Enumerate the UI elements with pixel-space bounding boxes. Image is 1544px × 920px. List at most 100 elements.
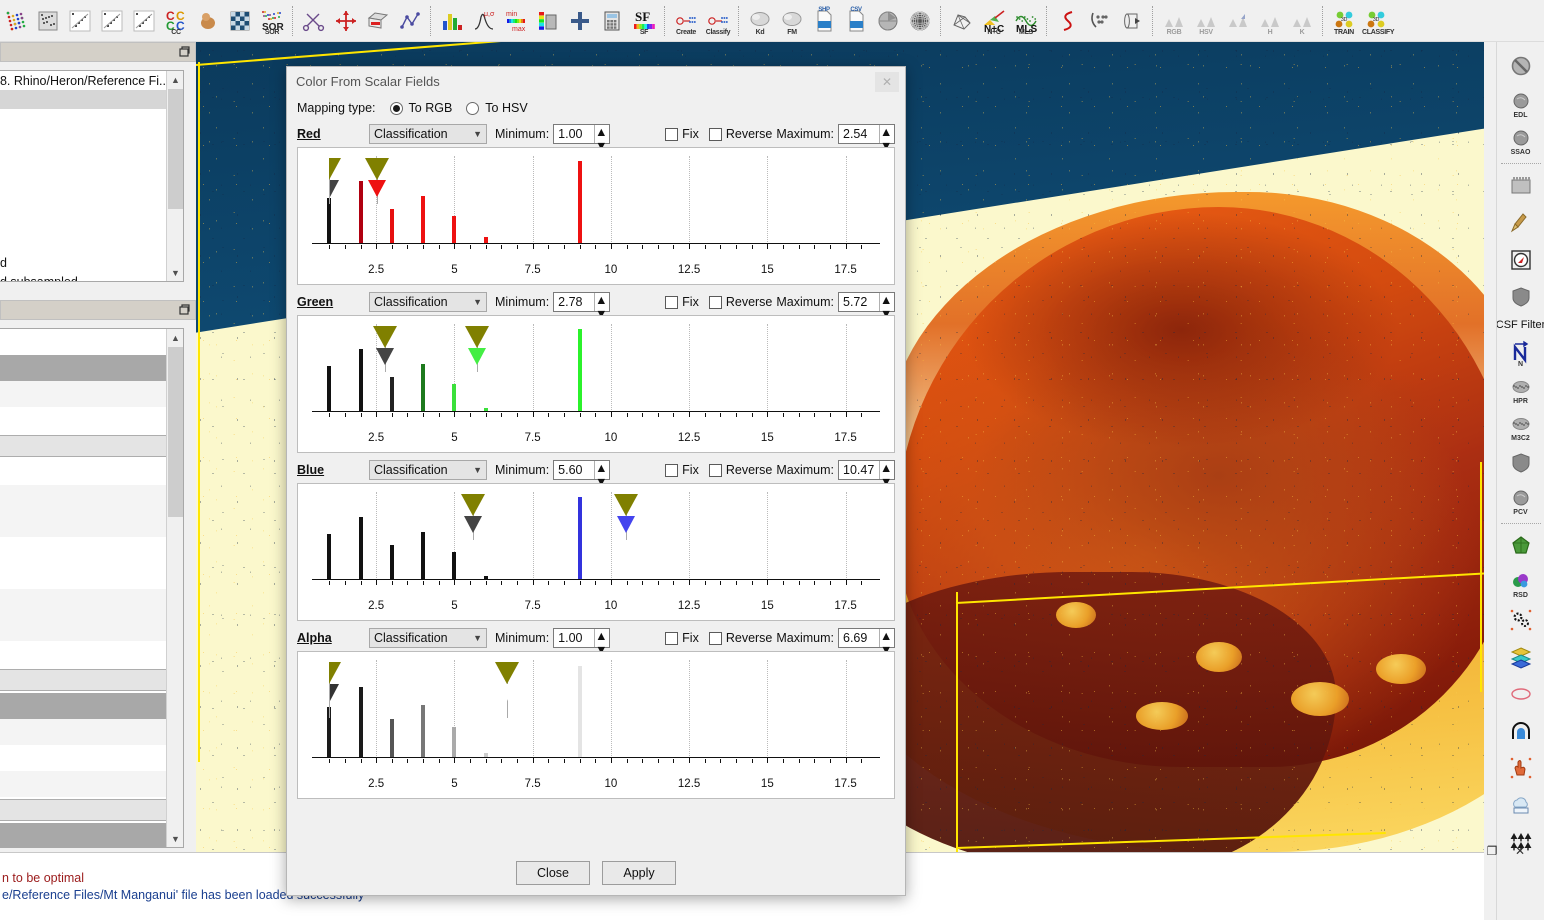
reverse-checkbox-group[interactable]: Reverse	[709, 631, 773, 645]
fix-checkbox-group[interactable]: Fix	[665, 127, 699, 141]
ellipse-icon[interactable]	[1501, 676, 1541, 712]
broom-clean-icon[interactable]	[1501, 205, 1541, 241]
scissors-icon[interactable]	[299, 5, 329, 37]
sor-filter-icon[interactable]: SORSOR	[257, 5, 287, 37]
property-row[interactable]	[0, 719, 183, 745]
property-row-combo[interactable]: ▼	[0, 667, 183, 693]
classify-icon[interactable]: 3DCLASSIFY	[1361, 5, 1391, 37]
max-slider-green[interactable]	[477, 328, 478, 372]
delete-sf-icon[interactable]	[533, 5, 563, 37]
sf-calculator-icon[interactable]	[597, 5, 627, 37]
slider-handle-outer[interactable]	[461, 494, 485, 516]
apply-button[interactable]: Apply	[602, 861, 676, 885]
edl-shader-icon[interactable]: EDL	[1501, 85, 1541, 121]
property-dropdown[interactable]: ▼	[0, 799, 181, 821]
shield2-icon[interactable]	[1501, 445, 1541, 481]
kd-tree-icon[interactable]: Kd	[745, 5, 775, 37]
alpha-histogram[interactable]: 2.557.51012.51517.5	[297, 651, 895, 799]
hue-shift-icon[interactable]: H	[1255, 5, 1285, 37]
histogram-icon[interactable]	[437, 5, 467, 37]
reverse-checkbox-group[interactable]: Reverse	[709, 127, 773, 141]
channel-name-label[interactable]: Blue	[297, 463, 369, 477]
maximum-spinbox[interactable]: 10.47▲▼	[838, 460, 895, 480]
normals-colors-icon[interactable]: N+CN+C	[979, 5, 1009, 37]
globe-icon[interactable]	[873, 5, 903, 37]
fast-marching-icon[interactable]: FM	[777, 5, 807, 37]
sf-to-rgb-icon[interactable]: SFSF	[629, 5, 659, 37]
cc-colors-icon[interactable]: CCCCCC	[161, 5, 191, 37]
property-row[interactable]	[0, 537, 183, 563]
property-row-combo[interactable]: ▼	[0, 797, 183, 823]
minimum-value[interactable]: 1.00	[554, 125, 594, 143]
scalar-field-dropdown[interactable]: Classification▼	[369, 460, 487, 480]
maximum-step-up[interactable]: ▲	[880, 629, 894, 643]
crop-box-icon[interactable]	[363, 5, 393, 37]
float-panel-icon[interactable]	[177, 303, 191, 317]
mls-smoothing-icon[interactable]: MLSMLS	[1011, 5, 1041, 37]
property-dropdown[interactable]: ▼	[0, 669, 181, 691]
segment-icon[interactable]	[193, 5, 223, 37]
slider-handle-outer[interactable]	[495, 662, 519, 684]
train-classifier-icon[interactable]: 3DTRAIN	[1329, 5, 1359, 37]
reverse-checkbox[interactable]	[709, 296, 722, 309]
maximum-spinbox[interactable]: 2.54▲▼	[838, 124, 895, 144]
scalar-field-dropdown[interactable]: Classification▼	[369, 628, 487, 648]
property-row[interactable]	[0, 407, 183, 433]
channel-name-label[interactable]: Green	[297, 295, 369, 309]
reverse-checkbox[interactable]	[709, 128, 722, 141]
minimum-value[interactable]: 2.78	[554, 293, 594, 311]
scroll-up-icon[interactable]: ▲	[167, 71, 184, 88]
csf-filter-label[interactable]: CSF Filter	[1496, 316, 1544, 334]
fix-checkbox-group[interactable]: Fix	[665, 631, 699, 645]
property-row[interactable]	[0, 511, 183, 537]
tree-item[interactable]: ed	[0, 253, 183, 272]
world-grid-icon[interactable]	[905, 5, 935, 37]
polyhedron-icon[interactable]	[1501, 528, 1541, 564]
minimum-spinbox[interactable]: 2.78▲▼	[553, 292, 610, 312]
color-key-icon[interactable]: K	[1287, 5, 1317, 37]
minimum-spinbox[interactable]: 5.60▲▼	[553, 460, 610, 480]
maximum-step-up[interactable]: ▲	[880, 461, 894, 475]
property-row[interactable]	[0, 745, 183, 771]
fix-checkbox[interactable]	[665, 296, 678, 309]
reverse-checkbox[interactable]	[709, 632, 722, 645]
minimum-spinbox[interactable]: 1.00▲▼	[553, 124, 610, 144]
scroll-down-icon[interactable]: ▼	[167, 264, 184, 281]
reverse-checkbox[interactable]	[709, 464, 722, 477]
property-row[interactable]	[0, 589, 183, 615]
curvature-icon[interactable]	[1053, 5, 1083, 37]
ssao-shader-icon[interactable]: SSAO	[1501, 122, 1541, 158]
gaussian-filter-icon[interactable]: μ,σ	[469, 5, 499, 37]
scalar-field-dropdown[interactable]: Classification▼	[369, 124, 487, 144]
min-max-icon[interactable]: minmax	[501, 5, 531, 37]
canupo-create-icon[interactable]: Create	[671, 5, 701, 37]
delaunay-mesh-icon[interactable]	[947, 5, 977, 37]
add-sf-icon[interactable]	[565, 5, 595, 37]
minimum-step-up[interactable]: ▲	[595, 629, 609, 643]
trace-polyline-icon[interactable]	[395, 5, 425, 37]
cloud-compare-icon[interactable]	[129, 5, 159, 37]
maximum-value[interactable]: 5.72	[839, 293, 879, 311]
red-histogram[interactable]: 2.557.51012.51517.5	[297, 147, 895, 285]
tunnel-icon[interactable]	[1501, 713, 1541, 749]
property-row[interactable]	[0, 485, 183, 511]
scalar-field-dropdown[interactable]: Classification▼	[369, 292, 487, 312]
color-boost-icon[interactable]	[1223, 5, 1253, 37]
restore-window-button[interactable]: ❐	[1482, 841, 1502, 861]
fix-checkbox[interactable]	[665, 128, 678, 141]
pcv-icon[interactable]: PCV	[1501, 482, 1541, 518]
channel-name-label[interactable]: Red	[297, 127, 369, 141]
scroll-up-icon[interactable]: ▲	[167, 329, 184, 346]
maximum-value[interactable]: 6.69	[839, 629, 879, 647]
fix-checkbox[interactable]	[665, 464, 678, 477]
fix-checkbox[interactable]	[665, 632, 678, 645]
minimum-spinbox[interactable]: 1.00▲▼	[553, 628, 610, 648]
maximum-value[interactable]: 2.54	[839, 125, 879, 143]
blue-histogram[interactable]: 2.557.51012.51517.5	[297, 483, 895, 621]
min-slider-green[interactable]	[385, 328, 386, 372]
csv-export-icon[interactable]: CSV	[841, 5, 871, 37]
close-window-button[interactable]: ✕	[1510, 841, 1530, 861]
unroll-icon[interactable]	[1117, 5, 1147, 37]
minimum-step-up[interactable]: ▲	[595, 125, 609, 139]
shp-export-icon[interactable]: SHP	[809, 5, 839, 37]
